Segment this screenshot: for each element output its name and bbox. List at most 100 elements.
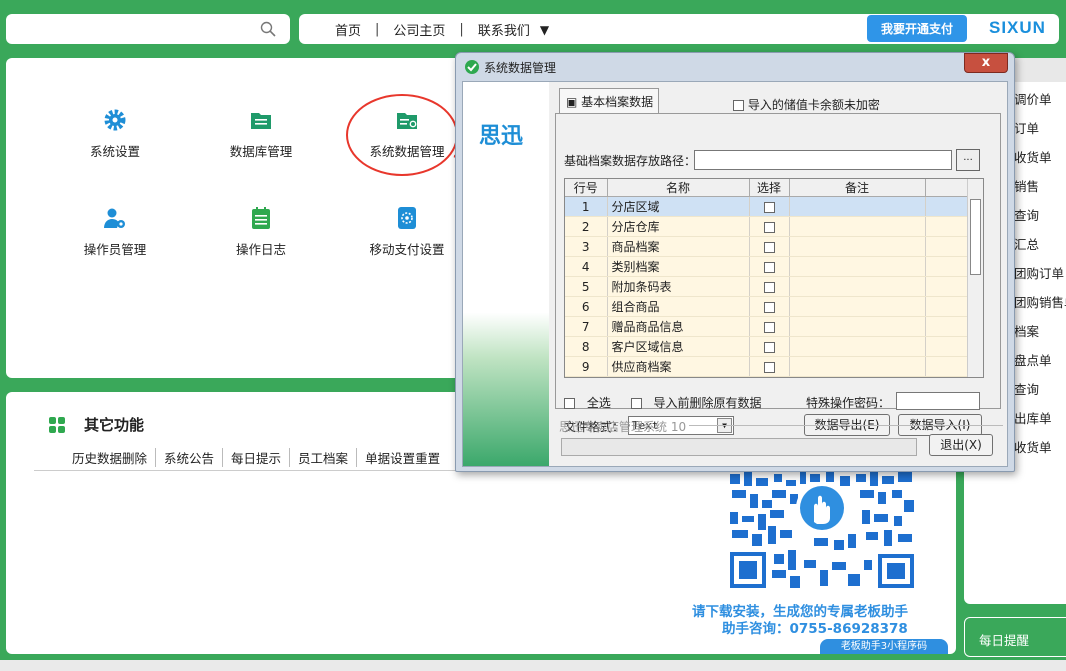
row-checkbox[interactable] (763, 221, 775, 233)
func-document-reset[interactable]: 单据设置重置 (357, 448, 448, 467)
cell-note[interactable] (789, 296, 926, 317)
system-label: 思迅专卖店管理系统 10 (559, 420, 687, 434)
cell-note[interactable] (789, 276, 926, 297)
nav-separator: | (375, 22, 380, 37)
search-icon[interactable] (260, 21, 276, 37)
col-header-no[interactable]: 行号 (565, 179, 608, 197)
right-menu-item[interactable]: 收货单 (1014, 437, 1052, 456)
row-checkbox[interactable] (763, 261, 775, 273)
qr-code-image (728, 470, 916, 592)
promo-line-2: 助手咨询：0755-86928378 (722, 621, 908, 637)
dialog-side-banner: 思迅 (463, 82, 549, 466)
col-header-note[interactable]: 备注 (789, 179, 926, 197)
chevron-down-icon[interactable]: ▼ (540, 23, 549, 37)
table-row[interactable]: 9 供应商档案 (565, 356, 968, 377)
nav-company-link[interactable]: 公司主页 (393, 20, 445, 39)
right-menu-item[interactable]: 盘点单 (1014, 350, 1052, 369)
table-row[interactable]: 3 商品档案 (565, 236, 968, 257)
right-menu-item[interactable]: 销售 (1014, 176, 1039, 195)
user-gear-icon (104, 208, 125, 228)
nav-home-link[interactable]: 首页 (335, 20, 361, 39)
right-menu-item[interactable]: 收货单 (1014, 147, 1052, 166)
dialog-title: 系统数据管理 (484, 61, 557, 75)
other-functions-title: 其它功能 (84, 416, 145, 434)
table-row[interactable]: 2 分店仓库 (565, 216, 968, 237)
cell-note[interactable] (789, 336, 926, 357)
func-system-notice[interactable]: 系统公告 (156, 448, 224, 467)
cell-note[interactable] (789, 256, 926, 277)
tile-label: 操作员管理 (83, 242, 147, 257)
table-row[interactable]: 8 客户区域信息 (565, 336, 968, 357)
cell-name: 赠品商品信息 (607, 316, 750, 337)
row-checkbox[interactable] (763, 301, 775, 313)
open-payment-button[interactable]: 我要开通支付 (867, 15, 967, 42)
table-row[interactable]: 6 组合商品 (565, 296, 968, 317)
right-menu-item[interactable]: 档案 (1014, 321, 1039, 340)
mobile-pay-icon (398, 207, 416, 229)
tile-system-settings[interactable]: 系统设置 (60, 108, 170, 160)
row-checkbox[interactable] (763, 241, 775, 253)
func-history-delete[interactable]: 历史数据删除 (68, 448, 157, 467)
delete-before-import-label: 导入前删除原有数据 (653, 396, 762, 410)
tab-basic-archive[interactable]: ▣ 基本档案数据 (559, 88, 659, 114)
right-menu-item[interactable]: 订单 (1014, 118, 1039, 137)
cell-name: 客户区域信息 (607, 336, 750, 357)
tile-operation-log[interactable]: 操作日志 (206, 206, 316, 258)
table-row[interactable]: 7 赠品商品信息 (565, 316, 968, 337)
delete-before-import-checkbox[interactable] (630, 398, 642, 409)
path-input[interactable] (694, 150, 952, 170)
cell-no: 6 (565, 296, 608, 317)
select-all-option[interactable]: 全选 (564, 396, 619, 410)
app-logo-icon (465, 60, 479, 74)
cell-note[interactable] (789, 216, 926, 237)
tile-mobile-payment-settings[interactable]: 移动支付设置 (352, 206, 462, 258)
tile-label: 移动支付设置 (369, 242, 445, 257)
tile-label: 系统设置 (89, 144, 140, 159)
close-button[interactable]: x (964, 53, 1008, 73)
tab-icon: ▣ (566, 95, 578, 109)
row-checkbox[interactable] (763, 201, 775, 213)
bottom-tab-strip (0, 660, 1066, 671)
delete-before-import-option[interactable]: 导入前删除原有数据 (630, 396, 770, 410)
right-menu-item[interactable]: 查询 (1014, 379, 1039, 398)
grid-scrollbar[interactable] (967, 179, 983, 377)
daily-reminder-button[interactable]: 每日提醒 (964, 617, 1066, 657)
cell-note[interactable] (789, 356, 926, 377)
scrollbar-thumb[interactable] (970, 199, 981, 275)
cell-note[interactable] (789, 316, 926, 337)
cell-note[interactable] (789, 236, 926, 257)
encrypt-option[interactable]: 导入的储值卡余额未加密 (733, 96, 880, 113)
browse-button[interactable]: ... (956, 149, 980, 171)
select-all-checkbox[interactable] (564, 398, 575, 409)
right-menu-item[interactable]: 查询 (1014, 205, 1039, 224)
nav-contact-link[interactable]: 联系我们 (478, 20, 530, 39)
row-checkbox[interactable] (763, 281, 775, 293)
right-menu-item[interactable]: 汇总 (1014, 234, 1039, 253)
func-employee-file[interactable]: 员工档案 (290, 448, 358, 467)
right-menu-item[interactable]: 出库单 (1014, 408, 1052, 427)
cell-note[interactable] (789, 196, 926, 217)
encrypt-label: 导入的储值卡余额未加密 (747, 98, 880, 112)
divider (689, 425, 1003, 426)
encrypt-checkbox[interactable] (733, 100, 744, 111)
search-input[interactable] (6, 14, 290, 44)
row-checkbox[interactable] (763, 341, 775, 353)
exit-button[interactable]: 退出(X) (929, 434, 993, 456)
table-row[interactable]: 4 类别档案 (565, 256, 968, 277)
func-daily-tip[interactable]: 每日提示 (223, 448, 291, 467)
row-checkbox[interactable] (763, 321, 775, 333)
right-menu-item[interactable]: 调价单 (1014, 89, 1052, 108)
col-header-name[interactable]: 名称 (607, 179, 750, 197)
table-row[interactable]: 1 分店区域 (565, 196, 968, 217)
password-input[interactable] (896, 392, 980, 410)
tile-database-management[interactable]: 数据库管理 (206, 108, 316, 160)
notebook-icon (252, 207, 270, 229)
row-checkbox[interactable] (763, 361, 775, 373)
tile-operator-management[interactable]: 操作员管理 (60, 206, 170, 258)
table-row[interactable]: 5 附加条码表 (565, 276, 968, 297)
promo-badge: 老板助手3小程序码 (820, 639, 948, 654)
right-menu-item[interactable]: 团购销售单 (1014, 292, 1066, 311)
cell-name: 分店区域 (607, 196, 750, 217)
col-header-select[interactable]: 选择 (749, 179, 790, 197)
right-menu-item[interactable]: 团购订单 (1014, 263, 1064, 282)
